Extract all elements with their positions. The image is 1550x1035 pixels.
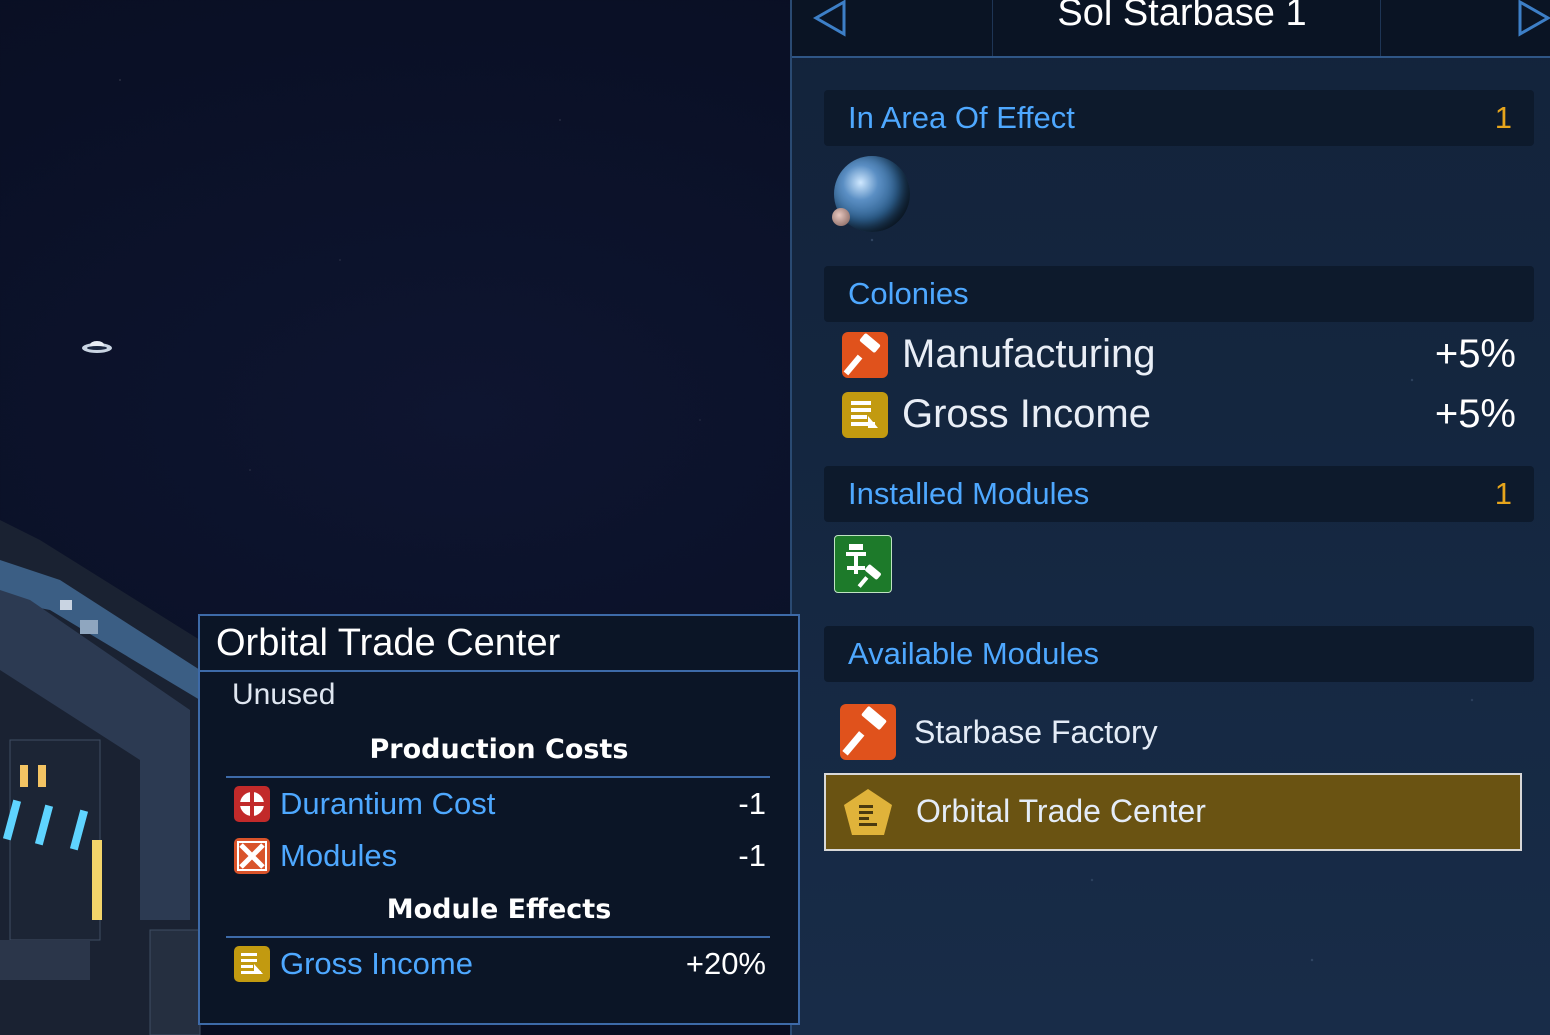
- panel-title: Sol Starbase 1: [1057, 0, 1307, 34]
- cost-value: -1: [738, 838, 766, 873]
- panel-header: Sol Starbase 1: [792, 0, 1550, 58]
- production-costs-heading: Production Costs: [369, 734, 629, 765]
- ship-icon[interactable]: [80, 338, 114, 356]
- divider: [226, 936, 770, 938]
- installed-modules-label: Installed Modules: [848, 476, 1090, 511]
- available-modules-header: Available Modules: [824, 626, 1534, 682]
- income-icon: [234, 946, 270, 982]
- area-of-effect-count: 1: [1494, 100, 1512, 135]
- colony-stat-label: Manufacturing: [902, 332, 1156, 376]
- space-station-image: [0, 520, 201, 1035]
- area-of-effect-label: In Area Of Effect: [848, 100, 1075, 135]
- module-tooltip: Orbital Trade Center Unused Production C…: [198, 614, 800, 1025]
- trade-center-icon: [844, 789, 892, 835]
- area-of-effect-header: In Area Of Effect 1: [824, 90, 1534, 146]
- tooltip-title-bar: Orbital Trade Center: [200, 616, 798, 672]
- installed-modules-count: 1: [1494, 476, 1512, 511]
- available-modules-label: Available Modules: [848, 636, 1100, 671]
- module-effects-heading: Module Effects: [386, 894, 612, 925]
- chevron-right-icon[interactable]: [1514, 0, 1550, 40]
- durantium-icon: [234, 786, 270, 822]
- tooltip-status: Unused: [232, 678, 336, 711]
- cost-label: Durantium Cost: [280, 786, 496, 821]
- colonies-header: Colonies: [824, 266, 1534, 322]
- header-divider: [1380, 0, 1381, 56]
- colony-stat-value: +5%: [1434, 392, 1516, 436]
- income-icon: [842, 392, 888, 438]
- module-option-orbital-trade-center[interactable]: Orbital Trade Center: [824, 773, 1522, 851]
- colony-stat-value: +5%: [1434, 332, 1516, 376]
- effect-value: +20%: [685, 946, 766, 981]
- modules-icon: [234, 838, 270, 874]
- moon-icon: [832, 208, 850, 226]
- green-module-icon[interactable]: [834, 535, 892, 593]
- hammer-icon: [842, 332, 888, 378]
- cost-label: Modules: [280, 838, 398, 873]
- cost-value: -1: [738, 786, 766, 821]
- hammer-icon: [840, 704, 896, 760]
- tooltip-title: Orbital Trade Center: [216, 622, 561, 664]
- module-option-label: Orbital Trade Center: [916, 793, 1206, 829]
- colonies-label: Colonies: [848, 276, 969, 311]
- module-option-starbase-factory[interactable]: Starbase Factory: [824, 696, 1518, 770]
- module-option-label: Starbase Factory: [914, 714, 1158, 750]
- installed-modules-header: Installed Modules 1: [824, 466, 1534, 522]
- divider: [226, 776, 770, 778]
- starbase-panel: Sol Starbase 1 In Area Of Effect 1 Colon…: [790, 0, 1550, 1035]
- colony-stat-label: Gross Income: [902, 392, 1151, 436]
- effect-label: Gross Income: [280, 946, 473, 981]
- chevron-left-icon[interactable]: [810, 0, 850, 40]
